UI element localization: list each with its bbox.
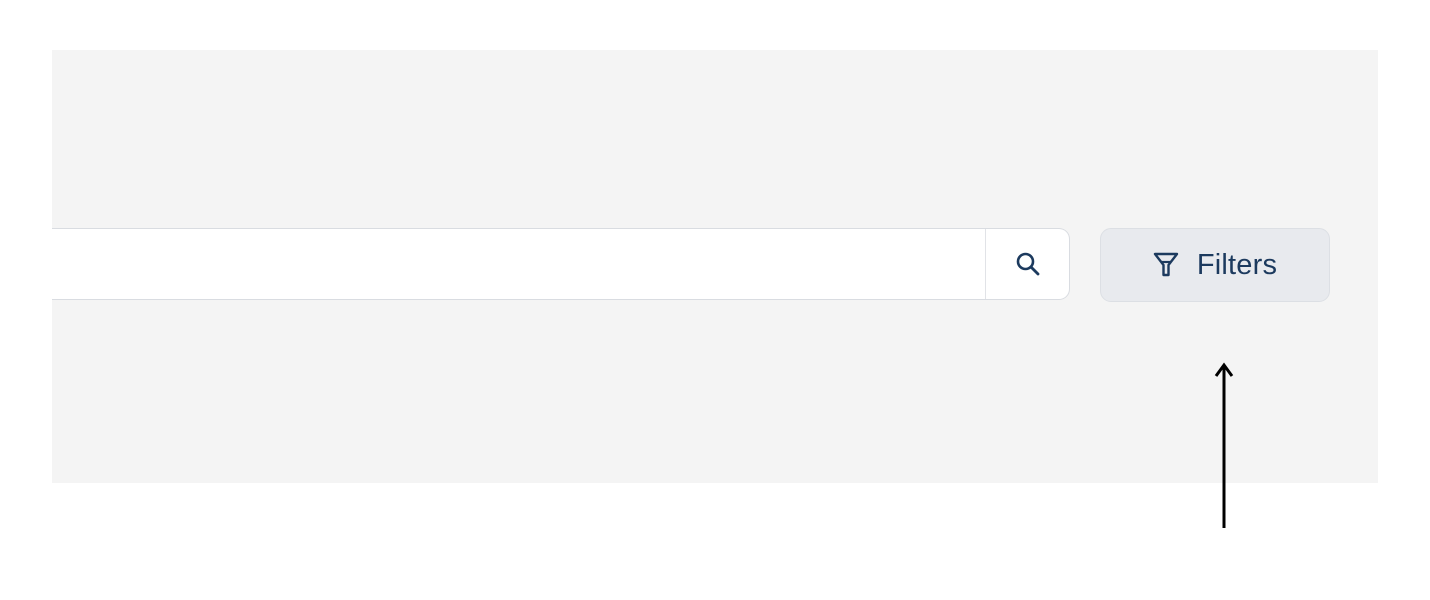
arrow-up-icon bbox=[1214, 362, 1234, 528]
search-button[interactable] bbox=[986, 229, 1069, 299]
filter-funnel-icon bbox=[1153, 252, 1179, 277]
search-icon bbox=[1016, 252, 1039, 276]
search-bar bbox=[52, 228, 1070, 300]
filters-label: Filters bbox=[1196, 248, 1278, 281]
filters-button[interactable]: Filters bbox=[1100, 228, 1330, 302]
toolbar-panel: Filters bbox=[52, 50, 1378, 483]
search-input[interactable] bbox=[52, 229, 984, 299]
